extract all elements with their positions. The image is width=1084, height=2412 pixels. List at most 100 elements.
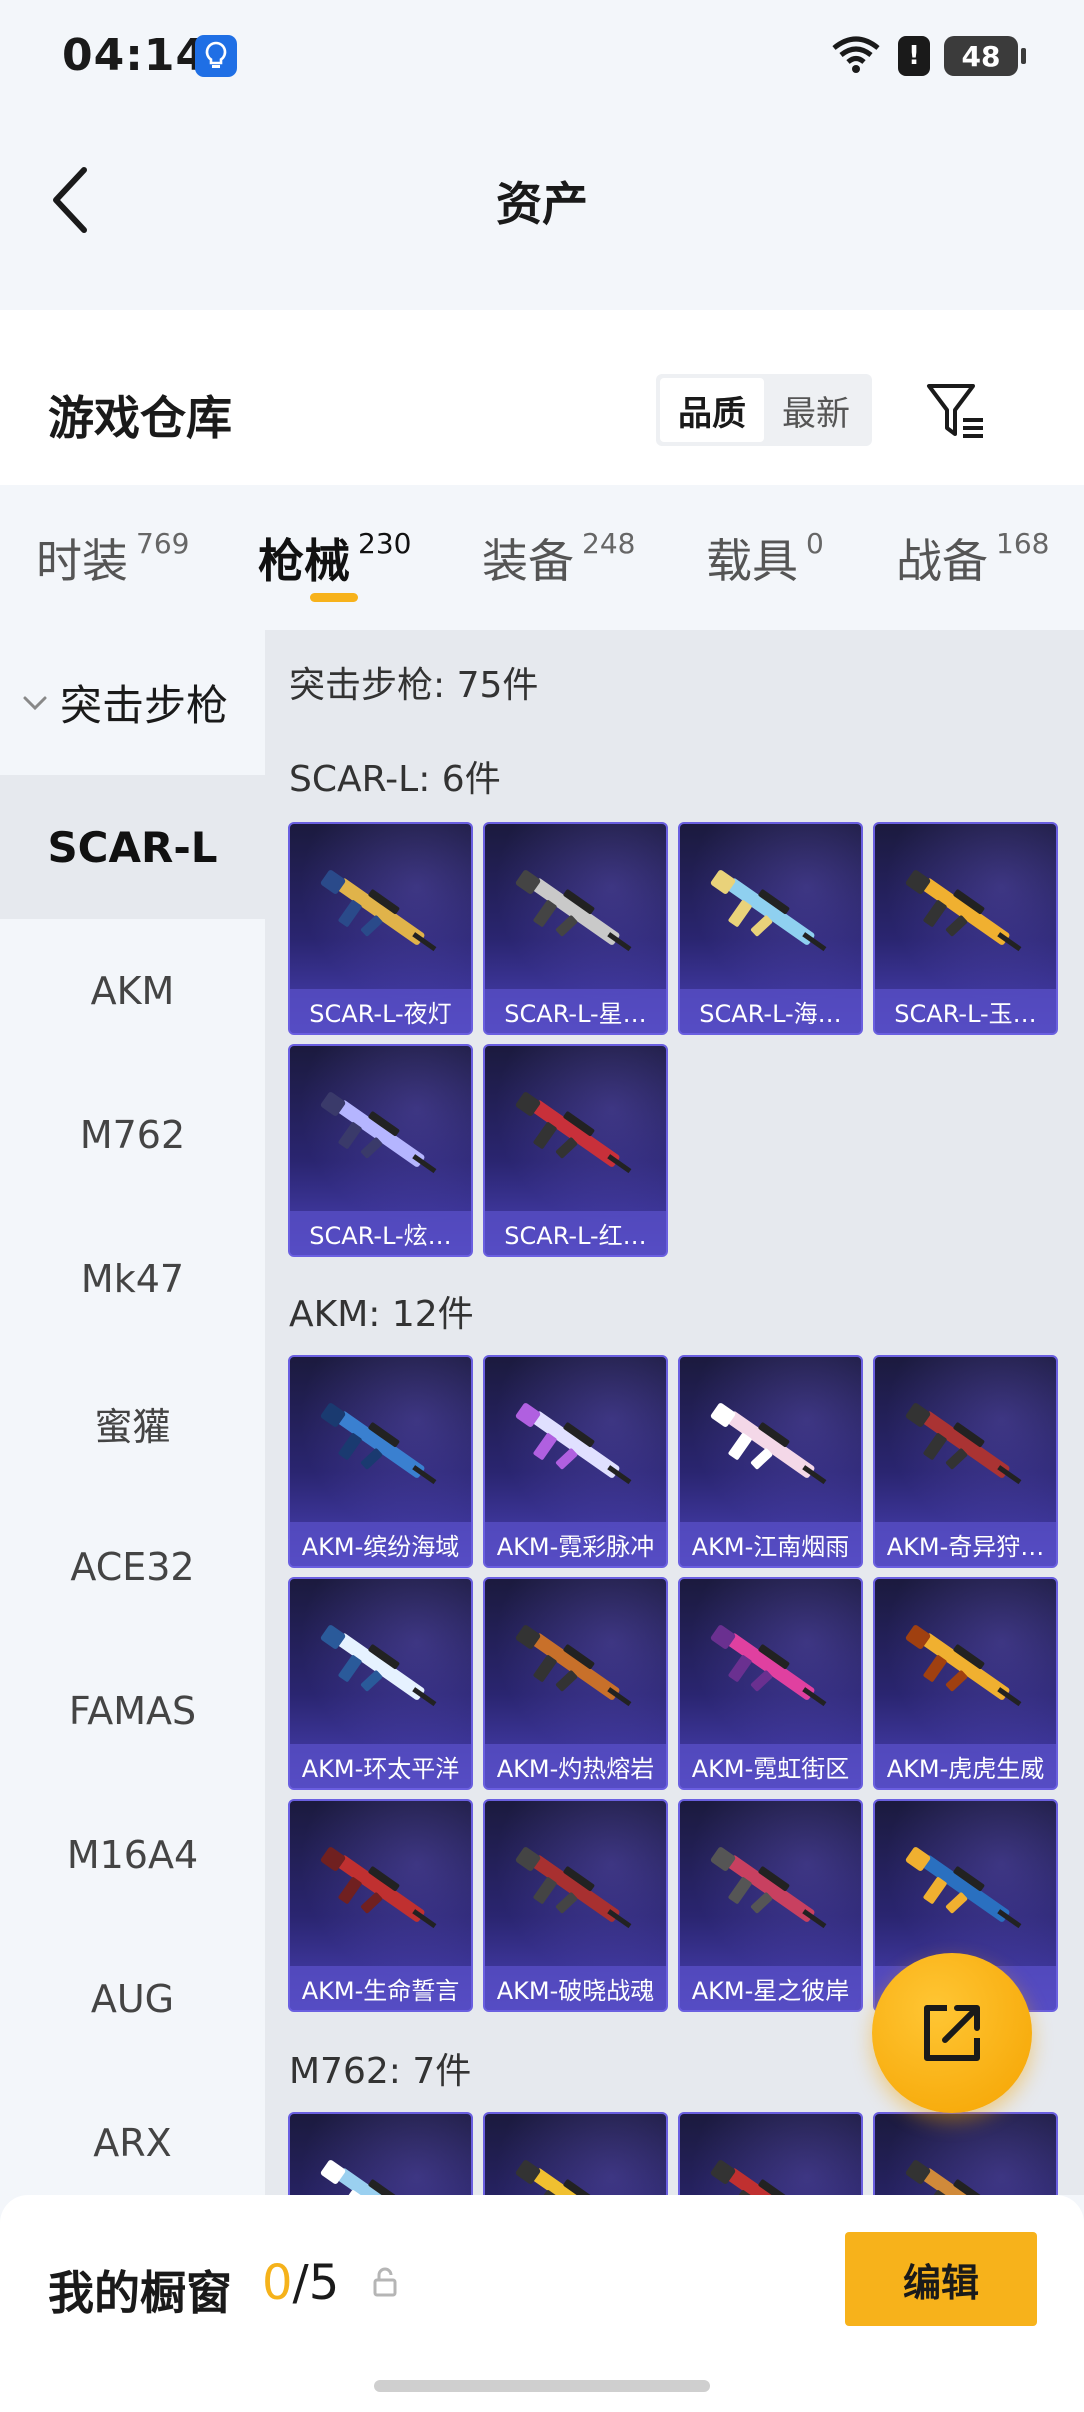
weapon-card-label: AKM-环太平洋 xyxy=(290,1744,471,1788)
weapon-card[interactable]: SCAR-L-星… xyxy=(483,822,668,1035)
weapon-card-label: AKM-奇异狩… xyxy=(875,1522,1056,1566)
warehouse-title: 游戏仓库 xyxy=(48,391,232,445)
sidebar-item-mk47[interactable]: Mk47 xyxy=(0,1207,265,1351)
weapon-image xyxy=(320,1847,437,1929)
sort-toggle: 品质 最新 xyxy=(656,374,872,446)
tab-count: 248 xyxy=(582,527,636,560)
weapon-image xyxy=(710,1403,827,1485)
weapon-card[interactable]: AKM-奇异狩… xyxy=(873,1355,1058,1568)
lightbulb-icon xyxy=(195,35,237,77)
tab-count: 0 xyxy=(806,527,824,560)
chevron-down-icon xyxy=(22,694,48,712)
weapon-card-label: SCAR-L-玉… xyxy=(875,989,1056,1033)
section-header-scar-l: SCAR-L: 6件 xyxy=(289,759,501,800)
weapon-image xyxy=(905,1847,1022,1929)
weapon-card[interactable]: AKM-生命誓言 xyxy=(288,1799,473,2012)
weapon-card-label: AKM-缤纷海域 xyxy=(290,1522,471,1566)
tab-costume[interactable]: 时装 769 xyxy=(36,525,189,591)
weapon-card[interactable]: SCAR-L-炫… xyxy=(288,1044,473,1257)
weapon-card-label: AKM-生命誓言 xyxy=(290,1966,471,2010)
weapon-card-label: AKM-破晓战魂 xyxy=(485,1966,666,2010)
weapon-card[interactable]: AKM-破晓战魂 xyxy=(483,1799,668,2012)
weapon-card-label: AKM-霓彩脉冲 xyxy=(485,1522,666,1566)
weapon-card[interactable]: AKM-缤纷海域 xyxy=(288,1355,473,1568)
warehouse-row: 游戏仓库 品质 最新 xyxy=(0,310,1084,485)
sidebar-item-arx[interactable]: ARX xyxy=(0,2071,265,2195)
tab-supplies[interactable]: 战备 168 xyxy=(896,525,1049,591)
header: 资产 xyxy=(0,110,1084,310)
showcase-count: 0/5 xyxy=(262,2255,339,2311)
sidebar-item-akm[interactable]: AKM xyxy=(0,919,265,1063)
weapon-card-label: AKM-灼热熔岩 xyxy=(485,1744,666,1788)
home-indicator[interactable] xyxy=(374,2380,710,2392)
weapon-image xyxy=(320,1625,437,1707)
sort-quality-button[interactable]: 品质 xyxy=(660,378,764,442)
share-button[interactable] xyxy=(872,1953,1032,2113)
weapon-card-label: AKM-星之彼岸 xyxy=(680,1966,861,2010)
weapon-card[interactable]: SCAR-L-夜灯 xyxy=(288,822,473,1035)
weapon-card[interactable]: SCAR-L-海… xyxy=(678,822,863,1035)
weapon-card[interactable] xyxy=(288,2112,473,2195)
sidebar-group-label: 突击步枪 xyxy=(60,681,229,730)
weapon-card[interactable]: SCAR-L-红… xyxy=(483,1044,668,1257)
tab-equipment[interactable]: 装备 248 xyxy=(482,525,635,591)
weapon-card[interactable] xyxy=(483,2112,668,2195)
weapon-image xyxy=(515,1403,632,1485)
sort-latest-button[interactable]: 最新 xyxy=(764,378,868,442)
weapon-card-label: AKM-江南烟雨 xyxy=(680,1522,861,1566)
weapon-image xyxy=(320,2160,425,2195)
tab-label: 枪械 xyxy=(258,534,350,588)
category-header: 突击步枪: 75件 xyxy=(289,665,539,706)
weapon-card[interactable]: AKM-灼热熔岩 xyxy=(483,1577,668,1790)
lock-icon xyxy=(372,2267,398,2301)
tab-label: 战备 xyxy=(896,534,988,588)
sidebar-item-famas[interactable]: FAMAS xyxy=(0,1639,265,1783)
weapon-image xyxy=(320,1403,437,1485)
weapon-image xyxy=(710,2160,815,2195)
weapon-card[interactable] xyxy=(873,2112,1058,2195)
weapon-card-label: SCAR-L-海… xyxy=(680,989,861,1033)
category-tabs: 时装 769 枪械 230 装备 248 载具 0 战备 168 xyxy=(0,485,1084,630)
weapon-card-label: AKM-霓虹街区 xyxy=(680,1744,861,1788)
weapon-image xyxy=(905,870,1022,952)
active-tab-underline xyxy=(310,593,358,602)
tab-firearms[interactable]: 枪械 230 xyxy=(258,525,411,591)
weapon-card-label: SCAR-L-炫… xyxy=(290,1211,471,1255)
weapon-image xyxy=(515,870,632,952)
weapon-card[interactable]: AKM-霓彩脉冲 xyxy=(483,1355,668,1568)
weapon-card[interactable] xyxy=(678,2112,863,2195)
sidebar-item-m16a4[interactable]: M16A4 xyxy=(0,1783,265,1927)
weapon-image xyxy=(905,2160,1010,2195)
edit-button[interactable]: 编辑 xyxy=(845,2232,1037,2326)
showcase-current: 0 xyxy=(262,2255,293,2311)
sidebar-item-aug[interactable]: AUG xyxy=(0,1927,265,2071)
sidebar-item-ace32[interactable]: ACE32 xyxy=(0,1495,265,1639)
filter-button[interactable] xyxy=(920,374,990,446)
weapon-card[interactable]: AKM-环太平洋 xyxy=(288,1577,473,1790)
tab-count: 168 xyxy=(996,527,1050,560)
status-time: 04:14 xyxy=(62,30,208,81)
sidebar-item-scar-l[interactable]: SCAR-L xyxy=(0,775,265,919)
weapon-card[interactable]: SCAR-L-玉… xyxy=(873,822,1058,1035)
weapon-card-label: AKM-虎虎生威 xyxy=(875,1744,1056,1788)
share-icon xyxy=(924,2005,980,2061)
weapon-image xyxy=(710,1847,827,1929)
weapon-image xyxy=(515,1847,632,1929)
sidebar-group-assault-rifles[interactable]: 突击步枪 xyxy=(0,630,265,775)
sidebar-item-honey-badger[interactable]: 蜜獾 xyxy=(0,1351,265,1495)
section-header-akm: AKM: 12件 xyxy=(289,1294,474,1335)
weapon-image xyxy=(905,1403,1022,1485)
weapon-image xyxy=(320,1092,437,1174)
weapon-card[interactable]: AKM-霓虹街区 xyxy=(678,1577,863,1790)
status-bar: 04:14 ! 48 xyxy=(0,0,1084,110)
showcase-label: 我的橱窗 xyxy=(48,2266,232,2320)
weapon-image xyxy=(710,1625,827,1707)
weapon-image xyxy=(515,1625,632,1707)
weapon-card[interactable]: AKM-虎虎生威 xyxy=(873,1577,1058,1790)
tab-vehicles[interactable]: 载具 0 xyxy=(706,525,824,591)
battery-indicator: 48 xyxy=(944,36,1026,76)
sidebar-item-m762[interactable]: M762 xyxy=(0,1063,265,1207)
weapon-card[interactable]: AKM-星之彼岸 xyxy=(678,1799,863,2012)
weapon-image xyxy=(905,1625,1022,1707)
weapon-card[interactable]: AKM-江南烟雨 xyxy=(678,1355,863,1568)
